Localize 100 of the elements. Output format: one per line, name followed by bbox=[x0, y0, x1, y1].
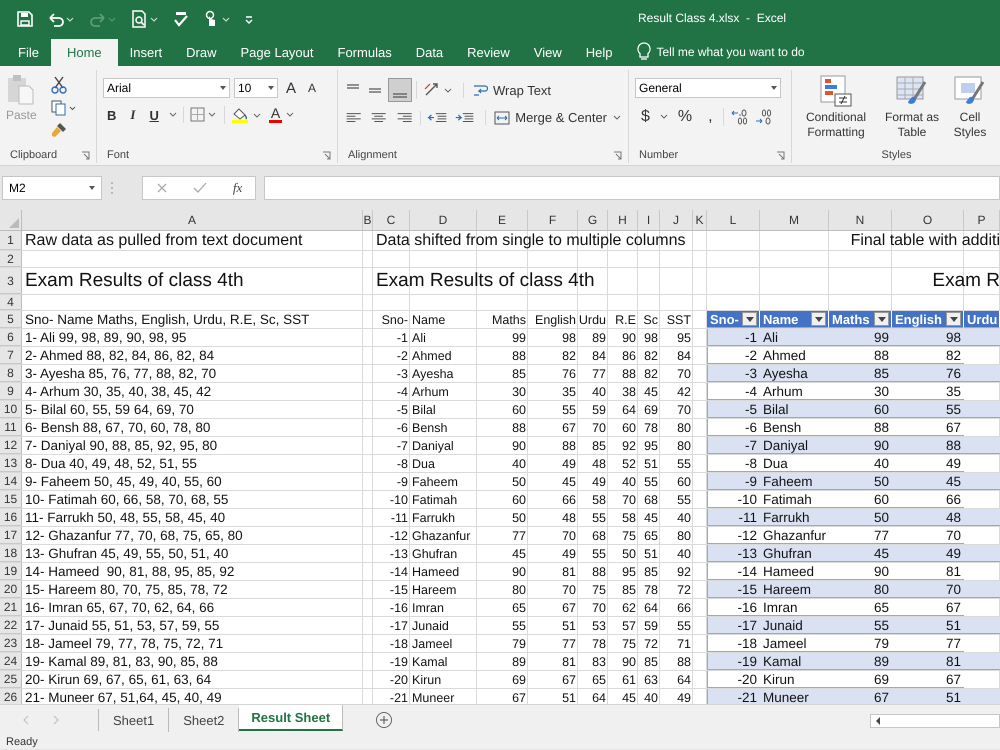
column-header[interactable]: I bbox=[638, 210, 660, 231]
font-size-field[interactable]: 10 bbox=[234, 78, 278, 98]
comma-button[interactable]: , bbox=[702, 108, 719, 126]
row-header[interactable]: 25 bbox=[0, 671, 22, 688]
conditional-formatting-icon[interactable] bbox=[819, 74, 853, 108]
column-header[interactable]: M bbox=[760, 210, 829, 231]
ribbon-tab[interactable]: File bbox=[6, 39, 51, 66]
tell-me-search[interactable]: Tell me what you want to do bbox=[656, 45, 805, 66]
decrease-decimal-icon[interactable] bbox=[754, 108, 774, 126]
column-header[interactable]: K bbox=[693, 210, 707, 231]
copy-icon[interactable] bbox=[50, 100, 77, 116]
column-header[interactable]: C bbox=[373, 210, 410, 231]
align-left-icon[interactable] bbox=[344, 110, 364, 124]
caret-icon[interactable] bbox=[286, 112, 294, 118]
lightbulb-icon[interactable] bbox=[636, 42, 650, 62]
row-header[interactable]: 15 bbox=[0, 491, 22, 508]
row-header[interactable]: 22 bbox=[0, 617, 22, 634]
number-format-field[interactable]: General bbox=[635, 78, 781, 98]
grow-font-button[interactable]: A bbox=[282, 80, 300, 96]
dropdown-arrow-icon[interactable] bbox=[268, 86, 274, 90]
increase-decimal-icon[interactable] bbox=[722, 108, 750, 126]
row-header[interactable]: 11 bbox=[0, 419, 22, 436]
row-header[interactable]: 19 bbox=[0, 563, 22, 580]
row-header[interactable]: 23 bbox=[0, 635, 22, 652]
clipboard-icon[interactable] bbox=[6, 74, 36, 106]
currency-button[interactable]: $ bbox=[635, 108, 656, 126]
column-header[interactable]: P bbox=[964, 210, 1000, 231]
ribbon-tab[interactable]: Insert bbox=[118, 39, 174, 66]
percent-button[interactable]: % bbox=[672, 108, 698, 126]
bold-button[interactable]: B bbox=[103, 108, 120, 122]
font-family-field[interactable]: Arial bbox=[103, 78, 230, 98]
name-box[interactable]: M2 bbox=[2, 176, 102, 200]
styles-button[interactable]: Format as Table bbox=[880, 110, 944, 140]
row-header[interactable]: 14 bbox=[0, 473, 22, 490]
ribbon-tab[interactable]: Page Layout bbox=[228, 39, 326, 66]
dropdown-arrow-icon[interactable] bbox=[771, 86, 777, 90]
shrink-font-button[interactable]: A bbox=[304, 81, 320, 95]
row-header[interactable]: 13 bbox=[0, 455, 22, 472]
print-preview-icon[interactable] bbox=[130, 10, 160, 28]
column-header[interactable]: L bbox=[707, 210, 760, 231]
caret-icon[interactable] bbox=[612, 114, 622, 120]
row-header[interactable]: 8 bbox=[0, 365, 22, 382]
increase-indent-icon[interactable] bbox=[454, 110, 476, 124]
align-bottom-icon[interactable] bbox=[388, 78, 412, 102]
scroll-left-icon[interactable] bbox=[874, 716, 882, 726]
decrease-indent-icon[interactable] bbox=[420, 110, 448, 124]
column-header[interactable]: B bbox=[363, 210, 373, 231]
underline-button[interactable]: U bbox=[145, 108, 163, 122]
ribbon-tab[interactable]: View bbox=[522, 39, 574, 66]
row-header[interactable]: 4 bbox=[0, 295, 22, 310]
row-header[interactable]: 12 bbox=[0, 437, 22, 454]
insert-function-button[interactable]: fx bbox=[232, 180, 242, 196]
filter-button[interactable] bbox=[946, 312, 961, 326]
font-color-button[interactable]: A bbox=[268, 107, 282, 123]
dialog-launcher-icon[interactable] bbox=[322, 150, 331, 160]
wrap-text-button[interactable]: Wrap Text bbox=[463, 82, 552, 98]
dialog-launcher-icon[interactable] bbox=[613, 150, 622, 160]
dropdown-arrow-icon[interactable] bbox=[89, 186, 95, 190]
caret-icon[interactable] bbox=[660, 114, 668, 120]
check-icon[interactable] bbox=[193, 182, 208, 194]
fill-color-icon[interactable] bbox=[224, 106, 263, 124]
row-header[interactable]: 2 bbox=[0, 251, 22, 267]
ribbon-tab[interactable]: Help bbox=[574, 39, 624, 66]
align-right-icon[interactable] bbox=[394, 110, 414, 124]
row-header[interactable]: 10 bbox=[0, 401, 22, 418]
row-header[interactable]: 20 bbox=[0, 581, 22, 598]
styles-button[interactable]: Conditional Formatting bbox=[796, 110, 876, 140]
sheet-tab[interactable]: Result Sheet bbox=[239, 705, 344, 731]
cut-icon[interactable] bbox=[50, 76, 67, 94]
italic-button[interactable]: I bbox=[126, 107, 140, 123]
column-header[interactable]: E bbox=[477, 210, 528, 231]
row-header[interactable]: 1 bbox=[0, 231, 22, 250]
row-header[interactable]: 16 bbox=[0, 509, 22, 526]
borders-icon[interactable] bbox=[182, 107, 218, 123]
ribbon-tab[interactable]: Home bbox=[50, 39, 118, 66]
merge-center-button[interactable]: Merge & Center bbox=[485, 110, 622, 125]
row-header[interactable]: 9 bbox=[0, 383, 22, 400]
column-header[interactable]: D bbox=[410, 210, 477, 231]
row-header[interactable]: 6 bbox=[0, 329, 22, 346]
dropdown-arrow-icon[interactable] bbox=[220, 86, 226, 90]
column-header[interactable]: G bbox=[578, 210, 608, 231]
row-header[interactable]: 18 bbox=[0, 545, 22, 562]
row-header[interactable]: 7 bbox=[0, 347, 22, 364]
column-header[interactable]: J bbox=[660, 210, 693, 231]
styles-button[interactable]: Cell Styles bbox=[948, 110, 992, 140]
format-painter-icon[interactable] bbox=[50, 122, 67, 138]
add-sheet-icon[interactable] bbox=[375, 711, 394, 729]
ribbon-tab[interactable]: Draw bbox=[174, 39, 228, 66]
row-header[interactable]: 26 bbox=[0, 689, 22, 704]
row-header[interactable]: 3 bbox=[0, 268, 22, 294]
filter-button[interactable] bbox=[874, 312, 889, 326]
caret-icon[interactable] bbox=[168, 112, 177, 118]
column-header[interactable]: O bbox=[892, 210, 964, 231]
sheet-tab[interactable]: Sheet1 bbox=[99, 708, 170, 732]
ribbon-tab[interactable]: Formulas bbox=[326, 39, 404, 66]
row-header[interactable]: 24 bbox=[0, 653, 22, 670]
column-header[interactable]: F bbox=[528, 210, 578, 231]
dialog-launcher-icon[interactable] bbox=[776, 150, 785, 160]
column-header[interactable]: N bbox=[829, 210, 892, 231]
column-header[interactable]: A bbox=[22, 210, 363, 231]
